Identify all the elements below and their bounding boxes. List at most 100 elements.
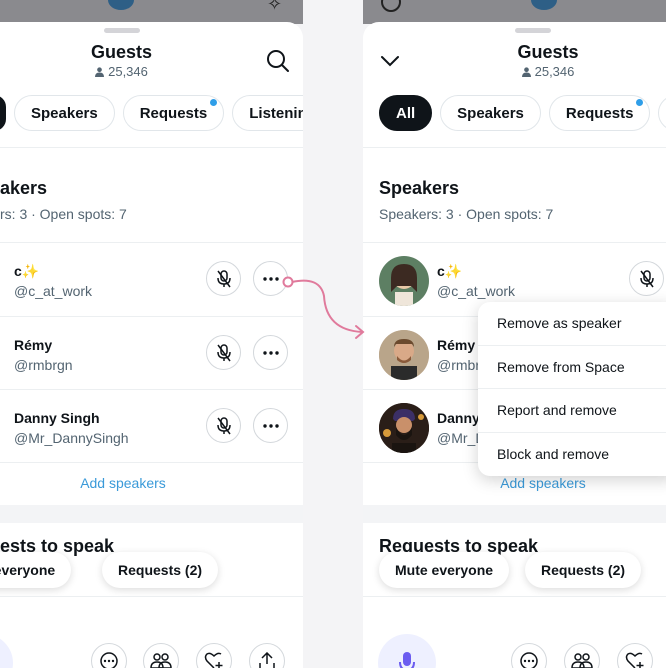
more-icon [262, 423, 279, 428]
tab-speakers[interactable]: Speakers [14, 95, 115, 131]
bird-icon [108, 0, 134, 10]
tab-label: Speakers [457, 104, 524, 122]
tab-requests[interactable]: Requests [548, 95, 651, 131]
menu-item-remove-space[interactable]: Remove from Space [478, 346, 666, 389]
button-label: Mute everyone [395, 562, 494, 578]
more-icon [262, 276, 279, 281]
comparison-stage: ✧ Guests 25,346 Speakers Requests Listen… [0, 0, 666, 668]
tab-requests[interactable]: Requests [122, 95, 225, 131]
mic-button[interactable] [378, 634, 436, 668]
mute-speaker-button[interactable] [206, 335, 241, 370]
speaker-row[interactable]: Danny Singh @Mr_DannySingh [0, 390, 303, 462]
speakers-summary: Speakers: 3 · Open spots: 7 [379, 206, 554, 222]
speakers-heading: Speakers [379, 178, 460, 198]
speaker-handle: @rmbrgn [14, 357, 73, 373]
notification-dot [636, 99, 644, 106]
tab-label: Speakers [31, 104, 98, 122]
speaker-handle: @c_at_work [437, 283, 516, 299]
tab-bar: Speakers Requests Listening [0, 95, 303, 135]
phone-left: ✧ Guests 25,346 Speakers Requests Listen… [0, 0, 303, 668]
menu-item-remove-speaker[interactable]: Remove as speaker [478, 302, 666, 346]
menu-item-block-remove[interactable]: Block and remove [478, 433, 666, 477]
people-icon [150, 653, 172, 668]
divider [0, 147, 303, 148]
requests-button[interactable]: Requests (2) [525, 552, 642, 588]
background-app-strip: ✧ [0, 0, 303, 24]
mute-everyone-button[interactable]: e everyone [0, 552, 72, 588]
speaker-name: Rémy [14, 337, 53, 353]
mute-everyone-button[interactable]: Mute everyone [379, 552, 510, 588]
button-label: Requests (2) [541, 562, 626, 578]
more-icon [100, 652, 118, 668]
heart-plus-icon [625, 652, 644, 668]
reaction-button[interactable] [617, 643, 653, 668]
person-icon [95, 67, 105, 77]
mute-speaker-button[interactable] [206, 261, 241, 296]
add-speakers-link[interactable]: Add speakers [0, 475, 266, 491]
sheet-grabber[interactable] [103, 28, 140, 33]
tab-speakers[interactable]: Speakers [440, 95, 541, 131]
participants-button[interactable] [143, 643, 179, 668]
mic-off-icon [216, 416, 231, 434]
tab-label: All [396, 104, 416, 122]
speaker-name: Danny Singh [14, 410, 100, 426]
button-label: Requests (2) [118, 562, 203, 578]
divider [363, 147, 666, 148]
speaker-name: Rémy [437, 337, 476, 353]
more-icon [520, 652, 538, 668]
sparkle-icon[interactable]: ✧ [267, 0, 282, 15]
avatar [379, 403, 429, 453]
speakers-summary: rs: 3 · Open spots: 7 [0, 206, 127, 222]
notification-dot [210, 99, 218, 106]
more-icon [262, 350, 279, 355]
bird-icon [531, 0, 557, 10]
button-label: e everyone [0, 562, 56, 578]
speaker-row[interactable]: c✨ @c_at_work [0, 243, 303, 315]
more-button[interactable] [511, 643, 547, 668]
speakers-heading: akers [0, 178, 48, 198]
section-separator [363, 505, 666, 523]
search-icon[interactable] [265, 48, 291, 74]
mute-speaker-button[interactable] [629, 261, 664, 296]
profile-icon[interactable] [381, 0, 401, 12]
listener-count: 25,346 [0, 64, 303, 79]
requests-button[interactable]: Requests (2) [102, 552, 219, 588]
speaker-options-menu: Remove as speaker Remove from Space Repo… [478, 302, 666, 476]
tab-listening[interactable]: Li [658, 95, 666, 131]
speaker-row[interactable]: Rémy @rmbrgn [0, 317, 303, 389]
sheet-grabber[interactable] [515, 28, 551, 33]
menu-item-report-remove[interactable]: Report and remove [478, 389, 666, 433]
mic-off-icon [216, 269, 231, 287]
share-icon [259, 652, 275, 668]
tab-label: Requests [139, 104, 208, 122]
divider [0, 462, 303, 463]
mic-button[interactable] [0, 634, 13, 668]
sheet-title: Guests [90, 42, 153, 62]
participants-button[interactable] [564, 643, 600, 668]
avatar [379, 330, 429, 380]
avatar [379, 256, 429, 306]
listener-count-value: 25,346 [534, 64, 575, 79]
background-app-strip [363, 0, 666, 24]
more-button[interactable] [91, 643, 127, 668]
tab-bar: All Speakers Requests Li [379, 95, 666, 135]
reaction-button[interactable] [196, 643, 232, 668]
person-icon [521, 67, 531, 77]
tab-all[interactable]: All [379, 95, 433, 131]
tab-label: Listening [249, 104, 303, 122]
listener-count: 25,346 [363, 64, 666, 79]
mic-off-icon [216, 343, 231, 361]
speaker-name: Danny [437, 410, 480, 426]
heart-plus-icon [204, 652, 223, 668]
share-button[interactable] [249, 643, 285, 668]
more-options-button[interactable] [253, 408, 288, 443]
people-icon [571, 653, 593, 668]
speaker-handle: @Mr_DannySingh [14, 430, 129, 446]
mic-icon [399, 652, 415, 668]
tab-listening[interactable]: Listening [232, 95, 303, 131]
arrow-icon [282, 276, 365, 339]
mic-off-icon [639, 269, 654, 287]
mute-speaker-button[interactable] [206, 408, 241, 443]
tab-all[interactable] [0, 95, 6, 131]
add-speakers-link[interactable]: Add speakers [463, 475, 623, 491]
